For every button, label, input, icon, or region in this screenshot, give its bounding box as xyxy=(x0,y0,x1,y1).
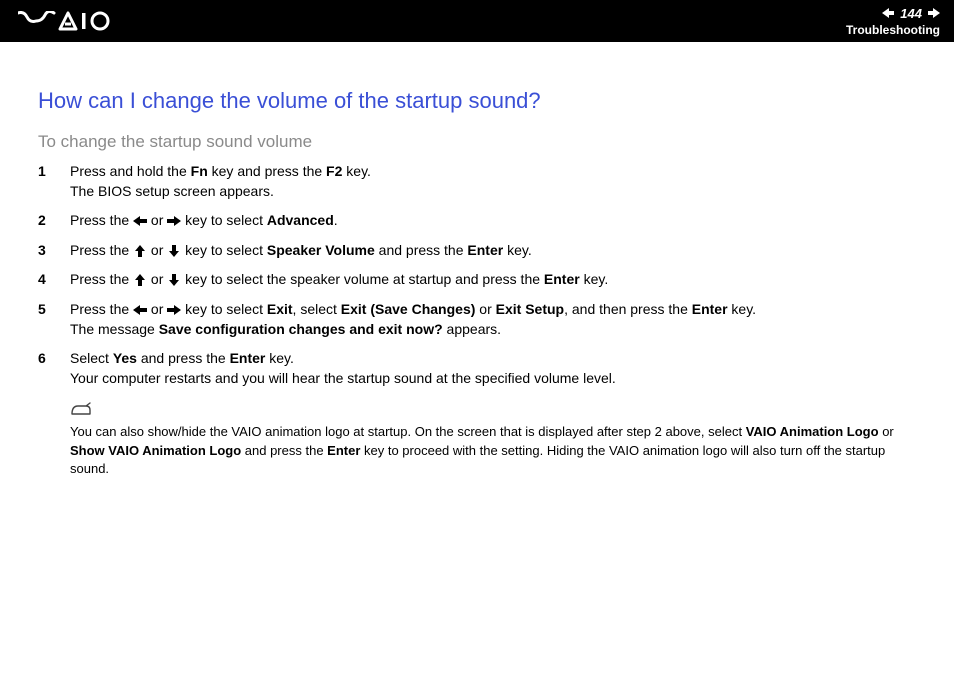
arrow-down-icon xyxy=(167,245,181,257)
step-body: Press the or key to select the speaker v… xyxy=(70,270,920,290)
step-number: 5 xyxy=(38,300,50,320)
step-body: Press and hold the Fn key and press the … xyxy=(70,162,920,201)
header-right: 144 Troubleshooting xyxy=(846,6,940,37)
step-item: 2 Press the or key to select Advanced. xyxy=(38,211,920,231)
page-content: How can I change the volume of the start… xyxy=(0,42,954,498)
note-block: You can also show/hide the VAIO animatio… xyxy=(38,402,920,478)
arrow-left-icon xyxy=(133,304,147,316)
next-page-arrow-icon[interactable] xyxy=(928,8,940,18)
arrow-right-icon xyxy=(167,304,181,316)
section-label: Troubleshooting xyxy=(846,23,940,37)
step-number: 1 xyxy=(38,162,50,182)
page-navigation: 144 xyxy=(882,6,940,21)
step-number: 6 xyxy=(38,349,50,369)
vaio-logo xyxy=(18,11,110,31)
prev-page-arrow-icon[interactable] xyxy=(882,8,894,18)
step-body: Press the or key to select Exit, select … xyxy=(70,300,920,339)
step-item: 4 Press the or key to select the speaker … xyxy=(38,270,920,290)
arrow-right-icon xyxy=(167,215,181,227)
page-number: 144 xyxy=(900,6,922,21)
step-number: 4 xyxy=(38,270,50,290)
page-header: 144 Troubleshooting xyxy=(0,0,954,42)
note-icon xyxy=(70,402,920,421)
step-number: 2 xyxy=(38,211,50,231)
page-title: How can I change the volume of the start… xyxy=(38,88,920,114)
step-body: Press the or key to select Advanced. xyxy=(70,211,920,231)
step-item: 1 Press and hold the Fn key and press the… xyxy=(38,162,920,201)
note-text: You can also show/hide the VAIO animatio… xyxy=(70,423,920,478)
step-number: 3 xyxy=(38,241,50,261)
page-subtitle: To change the startup sound volume xyxy=(38,132,920,152)
step-body: Select Yes and press the Enter key.Your … xyxy=(70,349,920,388)
arrow-up-icon xyxy=(133,245,147,257)
arrow-down-icon xyxy=(167,274,181,286)
step-body: Press the or key to select Speaker Volum… xyxy=(70,241,920,261)
step-item: 3 Press the or key to select Speaker Volu… xyxy=(38,241,920,261)
arrow-up-icon xyxy=(133,274,147,286)
arrow-left-icon xyxy=(133,215,147,227)
step-item: 6 Select Yes and press the Enter key.Your… xyxy=(38,349,920,388)
step-item: 5 Press the or key to select Exit, select… xyxy=(38,300,920,339)
steps-list: 1 Press and hold the Fn key and press the… xyxy=(38,162,920,388)
